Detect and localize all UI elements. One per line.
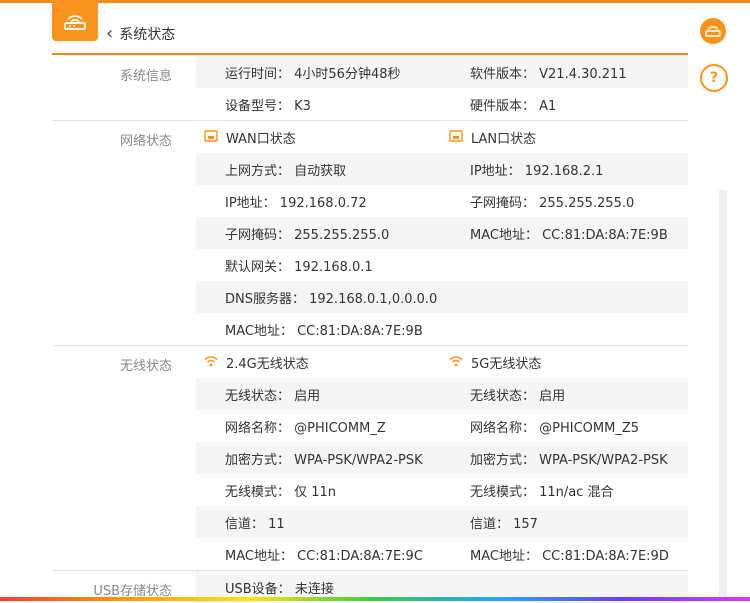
help-button[interactable]: ?	[700, 64, 728, 92]
wifi-icon	[204, 355, 218, 369]
info-cell: 网络名称： @PHICOMM_Z5	[470, 420, 640, 436]
scrollbar[interactable]	[719, 190, 727, 600]
info-row: IP地址： 192.168.0.72 子网掩码： 255.255.255.0	[196, 185, 688, 217]
info-cell: 运行时间： 4小时56分钟48秒	[225, 66, 401, 82]
info-row: MAC地址： CC:81:DA:8A:7E:9C MAC地址： CC:81:DA…	[196, 538, 688, 570]
info-cell: 子网掩码： 255.255.255.0	[225, 227, 390, 243]
lan-port-icon	[449, 130, 463, 144]
info-row: 运行时间： 4小时56分钟48秒 软件版本： V21.4.30.211	[196, 56, 688, 88]
info-cell: 设备型号： K3	[225, 98, 311, 114]
section-label: 无线状态	[119, 359, 172, 374]
info-cell: 无线状态： 启用	[470, 388, 566, 404]
router-logo	[52, 0, 98, 41]
router-icon	[63, 11, 87, 31]
router-status-button[interactable]	[700, 18, 726, 44]
info-cell: 软件版本： V21.4.30.211	[470, 66, 627, 82]
info-cell: 硬件版本： A1	[470, 98, 557, 114]
wan-status-title: WAN口状态	[226, 131, 296, 147]
info-cell: 信道： 11	[225, 516, 285, 532]
info-cell: 信道： 157	[470, 516, 538, 532]
bottom-rainbow-bar	[0, 597, 750, 601]
info-row: MAC地址： CC:81:DA:8A:7E:9B	[196, 313, 688, 345]
info-cell: MAC地址： CC:81:DA:8A:7E:9D	[470, 548, 669, 564]
info-cell: 默认网关： 192.168.0.1	[225, 259, 373, 275]
info-cell: MAC地址： CC:81:DA:8A:7E:9C	[225, 548, 423, 564]
info-row: 网络名称： @PHICOMM_Z 网络名称： @PHICOMM_Z5	[196, 410, 688, 442]
section-wireless-status: 无线状态 2.4G无线状态 5G无线状态 无线状态： 启用 无线状态： 启用 网…	[52, 346, 688, 571]
side-toolbar: ?	[700, 18, 730, 112]
info-cell: 加密方式： WPA-PSK/WPA2-PSK	[225, 452, 423, 468]
info-row: 子网掩码： 255.255.255.0 MAC地址： CC:81:DA:8A:7…	[196, 217, 688, 249]
page-title: 系统状态	[119, 27, 176, 43]
header-divider	[52, 53, 688, 55]
info-cell: MAC地址： CC:81:DA:8A:7E:9B	[225, 323, 423, 339]
info-cell: 无线模式： 仅 11n	[225, 484, 337, 500]
wan-port-icon	[204, 130, 218, 144]
info-row: 加密方式： WPA-PSK/WPA2-PSK 加密方式： WPA-PSK/WPA…	[196, 442, 688, 474]
info-cell: 无线状态： 启用	[225, 388, 321, 404]
info-cell: DNS服务器： 192.168.0.1,0.0.0.0	[225, 291, 438, 307]
section-system-info: 系统信息 运行时间： 4小时56分钟48秒 软件版本： V21.4.30.211…	[52, 56, 688, 121]
info-cell: 网络名称： @PHICOMM_Z	[225, 420, 386, 436]
back-to-previous[interactable]: ‹ 系统状态	[106, 24, 175, 44]
top-accent-bar	[0, 0, 750, 3]
info-row: 信道： 11 信道： 157	[196, 506, 688, 538]
info-row: 无线状态： 启用 无线状态： 启用	[196, 378, 688, 410]
info-cell: 加密方式： WPA-PSK/WPA2-PSK	[470, 452, 668, 468]
info-cell: 上网方式： 自动获取	[225, 163, 347, 179]
info-row: DNS服务器： 192.168.0.1,0.0.0.0	[196, 281, 688, 313]
info-cell: 子网掩码： 255.255.255.0	[470, 195, 635, 211]
info-cell: IP地址： 192.168.2.1	[470, 163, 604, 179]
status-content: 系统信息 运行时间： 4小时56分钟48秒 软件版本： V21.4.30.211…	[52, 56, 688, 603]
band-5g-title: 5G无线状态	[471, 356, 542, 372]
band-24g-title: 2.4G无线状态	[226, 356, 309, 372]
section-label: 系统信息	[119, 69, 172, 84]
network-header-row: WAN口状态 LAN口状态	[196, 121, 688, 153]
lan-status-title: LAN口状态	[471, 131, 537, 147]
info-row: 设备型号： K3 硬件版本： A1	[196, 88, 688, 120]
info-cell: USB设备： 未连接	[225, 581, 334, 597]
info-cell: 无线模式： 11n/ac 混合	[470, 484, 614, 500]
info-row: 默认网关： 192.168.0.1	[196, 249, 688, 281]
section-network-status: 网络状态 WAN口状态 LAN口状态 上网方式： 自动获取 IP地址： 192.…	[52, 121, 688, 346]
section-label: 网络状态	[119, 134, 172, 149]
wifi-icon	[449, 355, 463, 369]
wireless-header-row: 2.4G无线状态 5G无线状态	[196, 346, 688, 378]
info-cell: MAC地址： CC:81:DA:8A:7E:9B	[470, 227, 668, 243]
router-icon	[705, 26, 721, 37]
info-cell: IP地址： 192.168.0.72	[225, 195, 367, 211]
info-row: 上网方式： 自动获取 IP地址： 192.168.2.1	[196, 153, 688, 185]
help-icon: ?	[709, 70, 719, 86]
chevron-left-icon: ‹	[106, 23, 114, 44]
info-row: 无线模式： 仅 11n 无线模式： 11n/ac 混合	[196, 474, 688, 506]
